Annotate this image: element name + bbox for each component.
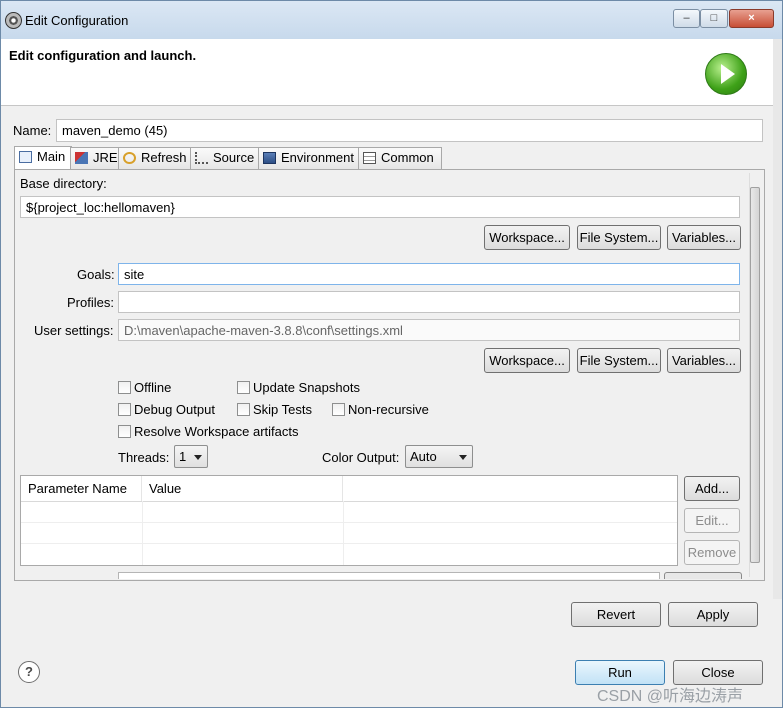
chevron-down-icon	[194, 455, 202, 460]
tab-source[interactable]: Source	[190, 147, 260, 169]
threads-label: Threads:	[118, 450, 170, 465]
close-window-button[interactable]: ×	[729, 9, 774, 28]
base-workspace-button[interactable]: Workspace...	[484, 225, 570, 250]
column-header-parameter-name[interactable]: Parameter Name	[21, 476, 142, 501]
environment-icon	[263, 152, 276, 164]
edit-parameter-button[interactable]: Edit...	[684, 508, 740, 533]
base-directory-input[interactable]	[20, 196, 740, 218]
update-snapshots-label: Update Snapshots	[253, 380, 360, 395]
column-header-value[interactable]: Value	[142, 476, 343, 501]
table-column-divider	[142, 501, 143, 565]
tab-environment-label: Environment	[281, 150, 354, 165]
edit-configuration-dialog: Edit Configuration – □ × Edit configurat…	[0, 0, 783, 708]
name-label: Name:	[13, 123, 52, 138]
main-tab-icon	[19, 151, 32, 163]
title-bar: Edit Configuration – □ ×	[1, 1, 782, 39]
threads-select[interactable]: 1	[174, 445, 208, 468]
minimize-button[interactable]: –	[673, 9, 700, 28]
add-parameter-button[interactable]: Add...	[684, 476, 740, 501]
color-output-value: Auto	[410, 449, 437, 464]
apply-button[interactable]: Apply	[668, 602, 758, 627]
clipped-input-partial	[118, 572, 660, 579]
base-variables-button[interactable]: Variables...	[667, 225, 741, 250]
non-recursive-checkbox[interactable]	[332, 403, 345, 416]
remove-parameter-button[interactable]: Remove	[684, 540, 740, 565]
refresh-icon	[123, 152, 136, 164]
threads-value: 1	[179, 449, 187, 464]
run-launch-icon	[705, 53, 747, 95]
base-file-system-button[interactable]: File System...	[577, 225, 661, 250]
user-settings-label: User settings:	[34, 323, 114, 338]
revert-button[interactable]: Revert	[571, 602, 661, 627]
tab-jre-label: JRE	[93, 150, 118, 165]
tab-environment[interactable]: Environment	[258, 147, 360, 169]
header-title: Edit configuration and launch.	[9, 48, 197, 63]
panel-scrollbar-thumb[interactable]	[750, 187, 760, 563]
resolve-workspace-checkbox[interactable]	[118, 425, 131, 438]
name-input[interactable]	[56, 119, 763, 142]
parameter-table[interactable]: Parameter Name Value	[20, 475, 678, 566]
debug-output-label: Debug Output	[134, 402, 215, 417]
clipped-button-partial	[664, 572, 742, 579]
eclipse-app-icon	[5, 12, 22, 29]
chevron-down-icon	[459, 455, 467, 460]
tab-common[interactable]: Common	[358, 147, 442, 169]
window-title: Edit Configuration	[25, 13, 129, 28]
debug-output-checkbox[interactable]	[118, 403, 131, 416]
base-directory-label: Base directory:	[20, 176, 107, 191]
csdn-watermark: CSDN @听海边涛声	[597, 688, 744, 705]
color-output-select[interactable]: Auto	[405, 445, 473, 468]
goals-input[interactable]	[118, 263, 740, 285]
profiles-input[interactable]	[118, 291, 740, 313]
update-snapshots-checkbox[interactable]	[237, 381, 250, 394]
offline-checkbox[interactable]	[118, 381, 131, 394]
tab-jre[interactable]: JRE	[70, 147, 120, 169]
header-edge-strip	[773, 39, 782, 599]
tab-refresh[interactable]: Refresh	[118, 147, 192, 169]
settings-file-system-button[interactable]: File System...	[577, 348, 661, 373]
tab-main[interactable]: Main	[14, 146, 72, 170]
table-header-divider	[21, 501, 677, 502]
tab-source-label: Source	[213, 150, 255, 165]
skip-tests-checkbox[interactable]	[237, 403, 250, 416]
tab-refresh-label: Refresh	[141, 150, 187, 165]
source-icon	[195, 152, 208, 164]
offline-label: Offline	[134, 380, 172, 395]
color-output-label: Color Output:	[322, 450, 400, 465]
jre-icon	[75, 152, 88, 164]
common-icon	[363, 152, 376, 164]
tab-common-label: Common	[381, 150, 434, 165]
help-icon[interactable]: ?	[18, 661, 40, 683]
skip-tests-label: Skip Tests	[253, 402, 313, 417]
table-column-divider	[343, 501, 344, 565]
tab-main-label: Main	[37, 149, 66, 164]
table-row-divider	[21, 522, 677, 523]
table-row-divider	[21, 543, 677, 544]
profiles-label: Profiles:	[67, 295, 114, 310]
non-recursive-label: Non-recursive	[348, 402, 429, 417]
resolve-workspace-label: Resolve Workspace artifacts	[134, 424, 299, 439]
goals-label: Goals:	[77, 267, 115, 282]
dialog-header: Edit configuration and launch.	[1, 39, 773, 106]
user-settings-input[interactable]	[118, 319, 740, 341]
settings-variables-button[interactable]: Variables...	[667, 348, 741, 373]
maximize-button[interactable]: □	[700, 9, 728, 28]
settings-workspace-button[interactable]: Workspace...	[484, 348, 570, 373]
